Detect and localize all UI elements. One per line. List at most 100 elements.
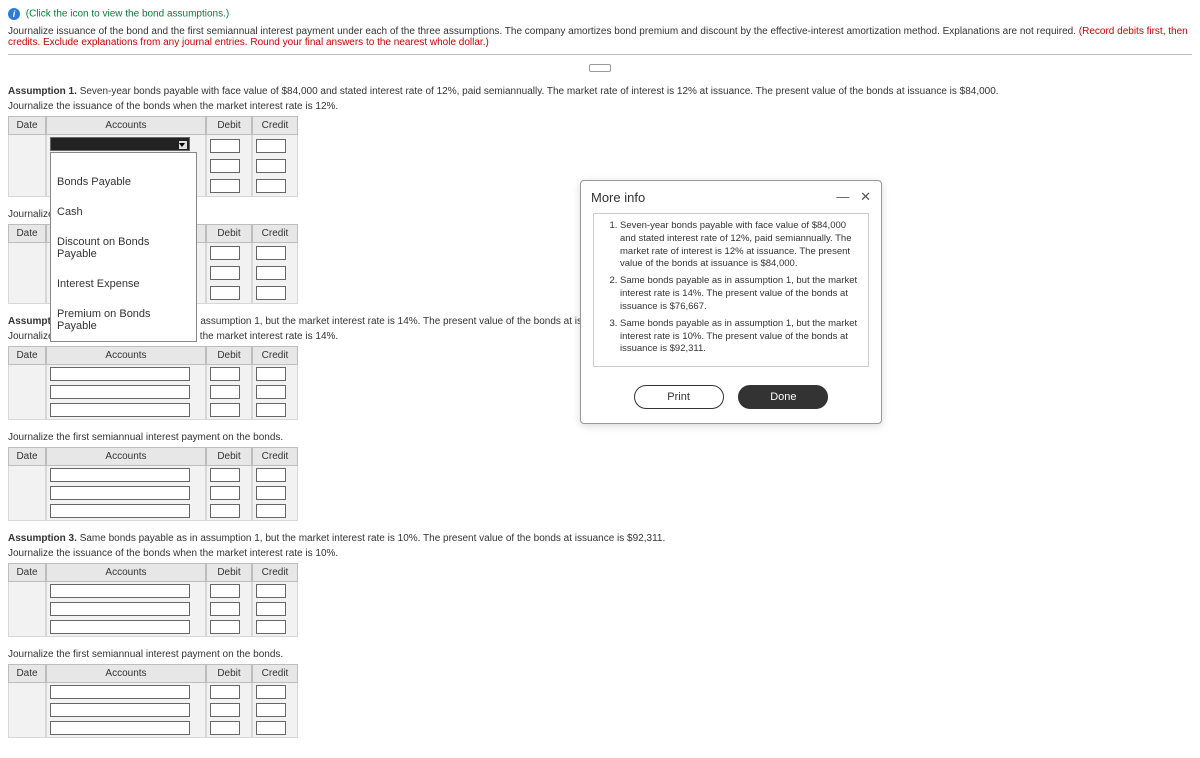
debit-input[interactable] (210, 403, 240, 417)
accounts-input[interactable] (50, 504, 190, 518)
debit-input[interactable] (210, 620, 240, 634)
dropdown-option-premium[interactable]: Premium on Bonds Payable (51, 299, 196, 341)
th-credit: Credit (252, 346, 298, 365)
assumption-1-label: Assumption 1. (8, 86, 77, 97)
credit-input[interactable] (256, 403, 286, 417)
print-button[interactable]: Print (634, 385, 724, 409)
a3-table-b: Date Accounts Debit Credit (8, 664, 298, 738)
th-date: Date (8, 563, 46, 582)
modal-title: More info (591, 190, 645, 205)
debit-input[interactable] (210, 246, 240, 260)
credit-input[interactable] (256, 602, 286, 616)
a3-table-a: Date Accounts Debit Credit (8, 563, 298, 637)
credit-input[interactable] (256, 703, 286, 717)
main-instruction: Journalize issuance of the bond and the … (8, 26, 1192, 48)
th-credit: Credit (252, 116, 298, 135)
credit-input[interactable] (256, 468, 286, 482)
accounts-input[interactable] (50, 703, 190, 717)
a2-sub-b: Journalize the first semiannual interest… (8, 432, 1192, 443)
close-icon[interactable]: ✕ (860, 189, 871, 205)
debit-input[interactable] (210, 266, 240, 280)
a3-sub-b: Journalize the first semiannual interest… (8, 649, 1192, 660)
accounts-input[interactable] (50, 385, 190, 399)
th-credit: Credit (252, 664, 298, 683)
debit-input[interactable] (210, 584, 240, 598)
debit-input[interactable] (210, 159, 240, 173)
a2-table-a: Date Accounts Debit Credit (8, 346, 298, 420)
th-date: Date (8, 224, 46, 243)
instruction-text: Journalize issuance of the bond and the … (8, 26, 1079, 37)
dropdown-option-bonds-payable[interactable]: Bonds Payable (51, 167, 196, 197)
credit-input[interactable] (256, 246, 286, 260)
debit-input[interactable] (210, 504, 240, 518)
debit-input[interactable] (210, 139, 240, 153)
modal-item-2: Same bonds payable as in assumption 1, b… (620, 275, 860, 313)
credit-input[interactable] (256, 504, 286, 518)
debit-input[interactable] (210, 703, 240, 717)
credit-input[interactable] (256, 620, 286, 634)
credit-input[interactable] (256, 266, 286, 280)
debit-input[interactable] (210, 468, 240, 482)
assumption-1-text: Seven-year bonds payable with face value… (80, 86, 999, 97)
dropdown-option-interest-expense[interactable]: Interest Expense (51, 269, 196, 299)
debit-input[interactable] (210, 486, 240, 500)
accounts-input[interactable] (50, 403, 190, 417)
view-assumptions-link[interactable]: (Click the icon to view the bond assumpt… (26, 9, 229, 20)
th-credit: Credit (252, 563, 298, 582)
th-debit: Debit (206, 224, 252, 243)
credit-input[interactable] (256, 486, 286, 500)
modal-header: More info — ✕ (581, 181, 881, 213)
credit-input[interactable] (256, 685, 286, 699)
a2-table-b: Date Accounts Debit Credit (8, 447, 298, 521)
th-debit: Debit (206, 447, 252, 466)
info-icon[interactable]: i (8, 8, 20, 20)
credit-input[interactable] (256, 159, 286, 173)
credit-input[interactable] (256, 286, 286, 300)
accounts-dropdown-list: Bonds Payable Cash Discount on Bonds Pay… (50, 152, 197, 342)
accounts-input[interactable] (50, 620, 190, 634)
debit-input[interactable] (210, 286, 240, 300)
credit-input[interactable] (256, 721, 286, 735)
more-info-modal: More info — ✕ Seven-year bonds payable w… (580, 180, 882, 424)
accounts-input[interactable] (50, 584, 190, 598)
dropdown-option-blank[interactable] (51, 153, 196, 167)
assumption-1: Assumption 1. Seven-year bonds payable w… (8, 86, 1192, 97)
credit-input[interactable] (256, 139, 286, 153)
minimize-icon[interactable]: — (836, 189, 849, 204)
modal-body: Seven-year bonds payable with face value… (593, 213, 869, 367)
done-button[interactable]: Done (738, 385, 828, 409)
th-credit: Credit (252, 447, 298, 466)
credit-input[interactable] (256, 385, 286, 399)
assumption-3: Assumption 3. Same bonds payable as in a… (8, 533, 1192, 544)
accounts-input[interactable] (50, 367, 190, 381)
accounts-input[interactable] (50, 486, 190, 500)
accounts-dropdown-current[interactable] (50, 137, 190, 151)
a1-table-a: Date Accounts Debit Credit Bonds Payable… (8, 116, 298, 197)
dropdown-option-discount[interactable]: Discount on Bonds Payable (51, 227, 196, 269)
accounts-input[interactable] (50, 468, 190, 482)
debit-input[interactable] (210, 385, 240, 399)
modal-item-3: Same bonds payable as in assumption 1, b… (620, 318, 860, 356)
credit-input[interactable] (256, 179, 286, 193)
assumption-3-label: Assumption 3. (8, 533, 77, 544)
accounts-dropdown[interactable]: Bonds Payable Cash Discount on Bonds Pay… (50, 137, 190, 151)
th-debit: Debit (206, 563, 252, 582)
credit-input[interactable] (256, 584, 286, 598)
modal-item-1: Seven-year bonds payable with face value… (620, 220, 860, 271)
a1-sub-a: Journalize the issuance of the bonds whe… (8, 101, 1192, 112)
th-date: Date (8, 664, 46, 683)
debit-input[interactable] (210, 602, 240, 616)
debit-input[interactable] (210, 367, 240, 381)
accounts-input[interactable] (50, 721, 190, 735)
accounts-input[interactable] (50, 685, 190, 699)
a3-sub-a: Journalize the issuance of the bonds whe… (8, 548, 1192, 559)
debit-input[interactable] (210, 721, 240, 735)
accounts-input[interactable] (50, 602, 190, 616)
divider-badge (8, 61, 1192, 72)
debit-input[interactable] (210, 179, 240, 193)
th-debit: Debit (206, 346, 252, 365)
credit-input[interactable] (256, 367, 286, 381)
dropdown-option-cash[interactable]: Cash (51, 197, 196, 227)
debit-input[interactable] (210, 685, 240, 699)
section-divider (8, 54, 1192, 55)
